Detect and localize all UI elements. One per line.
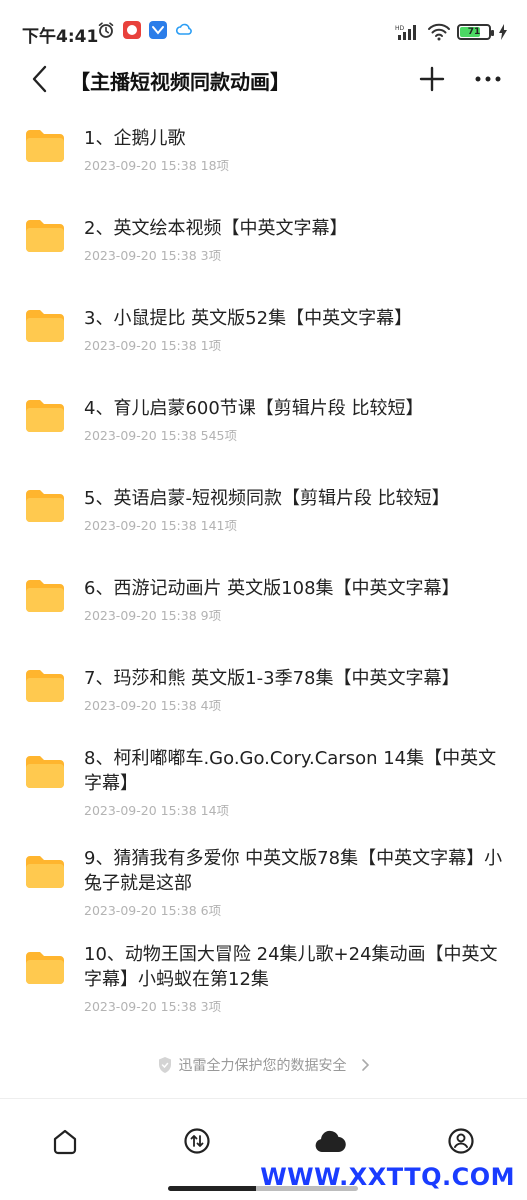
list-item[interactable]: 5、英语启蒙-短视频同款【剪辑片段 比较短】 2023-09-20 15:38 …: [0, 486, 527, 556]
message-notification-icon: [148, 20, 168, 40]
home-icon: [53, 1129, 77, 1155]
folder-name: 3、小鼠提比 英文版52集【中英文字幕】: [84, 308, 413, 329]
folder-meta: 2023-09-20 15:38 14项: [84, 803, 230, 818]
more-button[interactable]: [471, 62, 505, 96]
folder-meta: 2023-09-20 15:38 4项: [84, 698, 222, 713]
folder-meta: 2023-09-20 15:38 9项: [84, 608, 222, 623]
folder-meta: 2023-09-20 15:38 545项: [84, 428, 237, 443]
folder-icon: [26, 220, 64, 252]
list-item[interactable]: 1、企鹅儿歌 2023-09-20 15:38 18项: [0, 126, 527, 196]
transfer-icon: [184, 1128, 210, 1154]
signal-icon: HD: [395, 22, 421, 42]
chevron-right-icon: [361, 1059, 369, 1071]
list-item[interactable]: 7、玛莎和熊 英文版1-3季78集【中英文字幕】 2023-09-20 15:3…: [0, 666, 527, 736]
folder-icon: [26, 310, 64, 342]
battery-icon: 71: [457, 24, 494, 40]
nav-cloud[interactable]: [313, 1124, 347, 1158]
list-item[interactable]: 9、猜猜我有多爱你 中英文版78集【中英文字幕】小兔子就是这部 2023-09-…: [0, 846, 527, 936]
battery-level: 71: [467, 27, 481, 37]
folder-icon: [26, 756, 64, 788]
folder-name: 1、企鹅儿歌: [84, 128, 186, 149]
add-button[interactable]: [415, 62, 449, 96]
status-bar: 下午4:41 HD 71: [0, 0, 527, 60]
folder-icon: [26, 490, 64, 522]
svg-text:HD: HD: [395, 25, 405, 32]
plus-icon: [419, 66, 445, 92]
secure-note-text: 迅雷全力保护您的数据安全: [178, 1058, 347, 1074]
cloud-icon: [315, 1130, 346, 1153]
more-dots-icon: [475, 76, 501, 82]
folder-name: 5、英语启蒙-短视频同款【剪辑片段 比较短】: [84, 488, 450, 509]
folder-name: 6、西游记动画片 英文版108集【中英文字幕】: [84, 578, 460, 599]
folder-name: 2、英文绘本视频【中英文字幕】: [84, 218, 348, 239]
chevron-left-icon: [32, 65, 47, 93]
folder-meta: 2023-09-20 15:38 3项: [84, 999, 222, 1014]
status-right-icons: HD 71: [395, 22, 509, 42]
folder-name: 7、玛莎和熊 英文版1-3季78集【中英文字幕】: [84, 668, 460, 689]
folder-meta: 2023-09-20 15:38 141项: [84, 518, 237, 533]
bottom-divider: [0, 1098, 527, 1099]
folder-name: 9、猜猜我有多爱你 中英文版78集【中英文字幕】小兔子就是这部: [84, 848, 503, 894]
profile-icon: [448, 1128, 474, 1154]
nav-transfer[interactable]: [180, 1124, 214, 1158]
nav-home[interactable]: [48, 1124, 82, 1158]
folder-name: 4、育儿启蒙600节课【剪辑片段 比较短】: [84, 398, 424, 419]
list-item[interactable]: 6、西游记动画片 英文版108集【中英文字幕】 2023-09-20 15:38…: [0, 576, 527, 646]
folder-meta: 2023-09-20 15:38 3项: [84, 248, 222, 263]
app-notification-icon: [122, 20, 142, 40]
folder-icon: [26, 856, 64, 888]
folder-icon: [26, 670, 64, 702]
folder-icon: [26, 952, 64, 984]
list-item[interactable]: 3、小鼠提比 英文版52集【中英文字幕】 2023-09-20 15:38 1项: [0, 306, 527, 376]
cloud-sync-icon: [174, 20, 194, 40]
back-button[interactable]: [26, 62, 54, 96]
list-item[interactable]: 2、英文绘本视频【中英文字幕】 2023-09-20 15:38 3项: [0, 216, 527, 286]
folder-icon: [26, 580, 64, 612]
folder-meta: 2023-09-20 15:38 6项: [84, 903, 222, 918]
folder-meta: 2023-09-20 15:38 18项: [84, 158, 230, 173]
alarm-icon: [96, 20, 116, 40]
page-title: 【主播短视频同款动画】: [70, 70, 290, 94]
folder-name: 8、柯利嘟嘟车.Go.Go.Cory.Carson 14集【中英文字幕】: [84, 748, 497, 794]
folder-icon: [26, 130, 64, 162]
folder-name: 10、动物王国大冒险 24集儿歌+24集动画【中英文字幕】小蚂蚁在第12集: [84, 944, 498, 990]
list-item[interactable]: 4、育儿启蒙600节课【剪辑片段 比较短】 2023-09-20 15:38 5…: [0, 396, 527, 466]
charging-icon: [497, 22, 509, 42]
status-notification-icons: [96, 20, 194, 40]
list-item[interactable]: 10、动物王国大冒险 24集儿歌+24集动画【中英文字幕】小蚂蚁在第12集 20…: [0, 942, 527, 1032]
folder-icon: [26, 400, 64, 432]
list-item[interactable]: 8、柯利嘟嘟车.Go.Go.Cory.Carson 14集【中英文字幕】 202…: [0, 746, 527, 836]
nav-profile[interactable]: [444, 1124, 478, 1158]
wifi-icon: [427, 22, 451, 42]
secure-note[interactable]: 迅雷全力保护您的数据安全: [0, 1055, 527, 1075]
header: 【主播短视频同款动画】: [0, 56, 527, 102]
folder-meta: 2023-09-20 15:38 1项: [84, 338, 222, 353]
watermark: WWW.XXTTQ.COM: [256, 1163, 519, 1191]
status-time: 下午4:41: [22, 27, 99, 47]
shield-icon: [158, 1057, 171, 1073]
